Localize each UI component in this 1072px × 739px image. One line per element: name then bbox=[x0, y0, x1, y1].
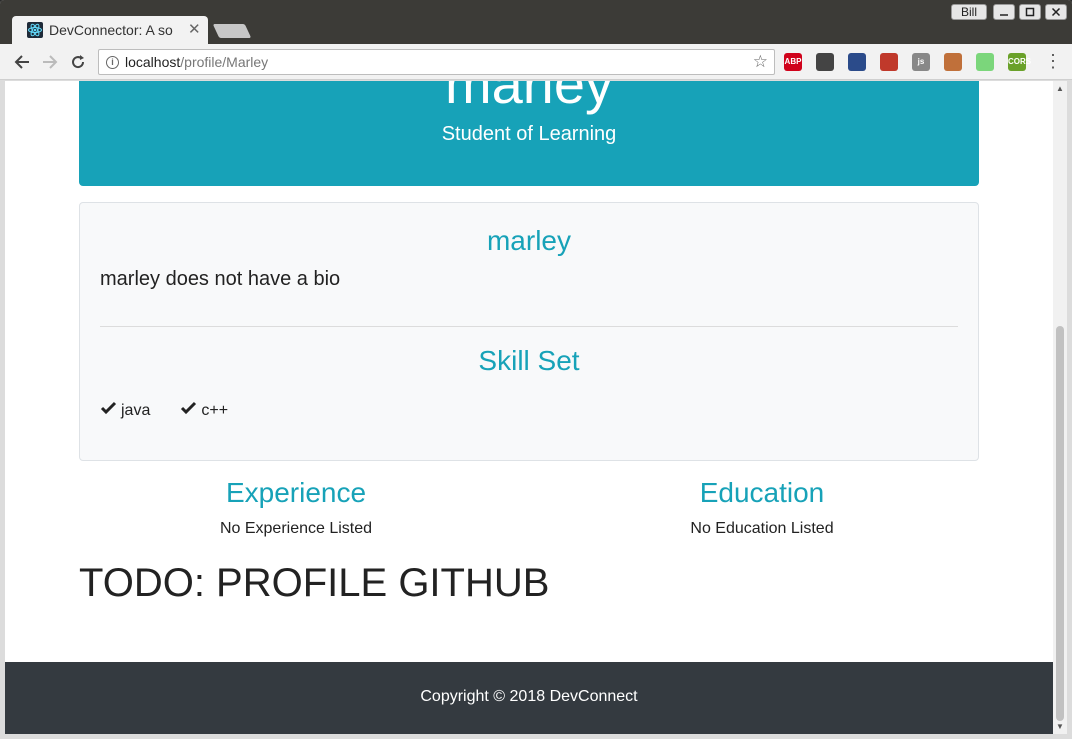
skill-label: c++ bbox=[201, 401, 229, 419]
bookmark-star-icon[interactable]: ☆ bbox=[753, 52, 768, 72]
js-icon[interactable]: js bbox=[912, 53, 930, 71]
extension-2-icon[interactable] bbox=[816, 53, 834, 71]
info-icon[interactable]: i bbox=[106, 56, 119, 69]
extension-6-icon[interactable] bbox=[944, 53, 962, 71]
minimize-button[interactable] bbox=[993, 4, 1015, 20]
address-bar[interactable]: i localhost/profile/Marley ☆ bbox=[98, 49, 775, 75]
browser-window: DevConnector: A so ✕ Bill i localhost/pr… bbox=[0, 0, 1072, 739]
skill-item: java bbox=[100, 401, 150, 420]
profile-about: marley marley does not have a bio Skill … bbox=[79, 202, 979, 461]
abp-icon[interactable]: ABP bbox=[784, 53, 802, 71]
maximize-button[interactable] bbox=[1019, 4, 1041, 20]
menu-icon[interactable]: ⋮ bbox=[1044, 51, 1062, 72]
extension-3-icon[interactable] bbox=[848, 53, 866, 71]
extension-4-icon[interactable] bbox=[880, 53, 898, 71]
education-empty-text: No Education Listed bbox=[690, 520, 834, 537]
tab-title: DevConnector: A so bbox=[49, 22, 173, 38]
profile-header-name: marley bbox=[444, 81, 614, 115]
check-icon bbox=[100, 401, 117, 420]
scrollbar-thumb[interactable] bbox=[1056, 326, 1064, 721]
page-viewport: marley Student of Learning marley marley… bbox=[5, 81, 1053, 734]
profile-status: Student of Learning bbox=[441, 123, 617, 145]
scroll-up-icon[interactable]: ▲ bbox=[1056, 84, 1064, 93]
back-button[interactable] bbox=[12, 52, 32, 72]
scroll-down-icon[interactable]: ▼ bbox=[1056, 722, 1064, 731]
new-tab-button[interactable] bbox=[212, 24, 252, 38]
skill-set-heading: Skill Set bbox=[478, 345, 580, 376]
skill-label: java bbox=[121, 401, 151, 419]
cors-icon[interactable]: CORS bbox=[1008, 53, 1031, 71]
url-text: localhost/profile/Marley bbox=[125, 54, 269, 70]
github-todo-heading: TODO: PROFILE GITHUB bbox=[79, 561, 550, 605]
skills-list: java c++ bbox=[100, 401, 228, 420]
vertical-scrollbar[interactable]: ▲ ▼ bbox=[1053, 81, 1067, 734]
copyright-text: Copyright © 2018 DevConnect bbox=[420, 688, 638, 705]
extension-7-icon[interactable] bbox=[976, 53, 994, 71]
close-window-button[interactable] bbox=[1045, 4, 1067, 20]
experience-heading: Experience bbox=[225, 477, 367, 508]
browser-toolbar: i localhost/profile/Marley ☆ ABP js CORS ⋮ bbox=[0, 44, 1072, 80]
divider bbox=[100, 326, 958, 327]
skill-item: c++ bbox=[180, 401, 228, 420]
check-icon bbox=[180, 401, 197, 420]
page-footer: Copyright © 2018 DevConnect bbox=[5, 662, 1053, 734]
bio-text: marley does not have a bio bbox=[100, 268, 341, 290]
browser-tab[interactable]: DevConnector: A so ✕ bbox=[12, 16, 208, 44]
title-bar: DevConnector: A so ✕ Bill bbox=[0, 0, 1072, 44]
profile-user-button[interactable]: Bill bbox=[951, 4, 987, 20]
react-favicon-icon bbox=[27, 22, 43, 38]
education-heading: Education bbox=[699, 477, 825, 508]
tab-close-icon[interactable]: ✕ bbox=[188, 20, 201, 38]
profile-header: marley Student of Learning bbox=[79, 81, 979, 186]
about-name: marley bbox=[486, 225, 571, 256]
reload-button[interactable] bbox=[68, 52, 88, 72]
experience-empty-text: No Experience Listed bbox=[219, 520, 373, 537]
forward-button[interactable] bbox=[40, 52, 60, 72]
